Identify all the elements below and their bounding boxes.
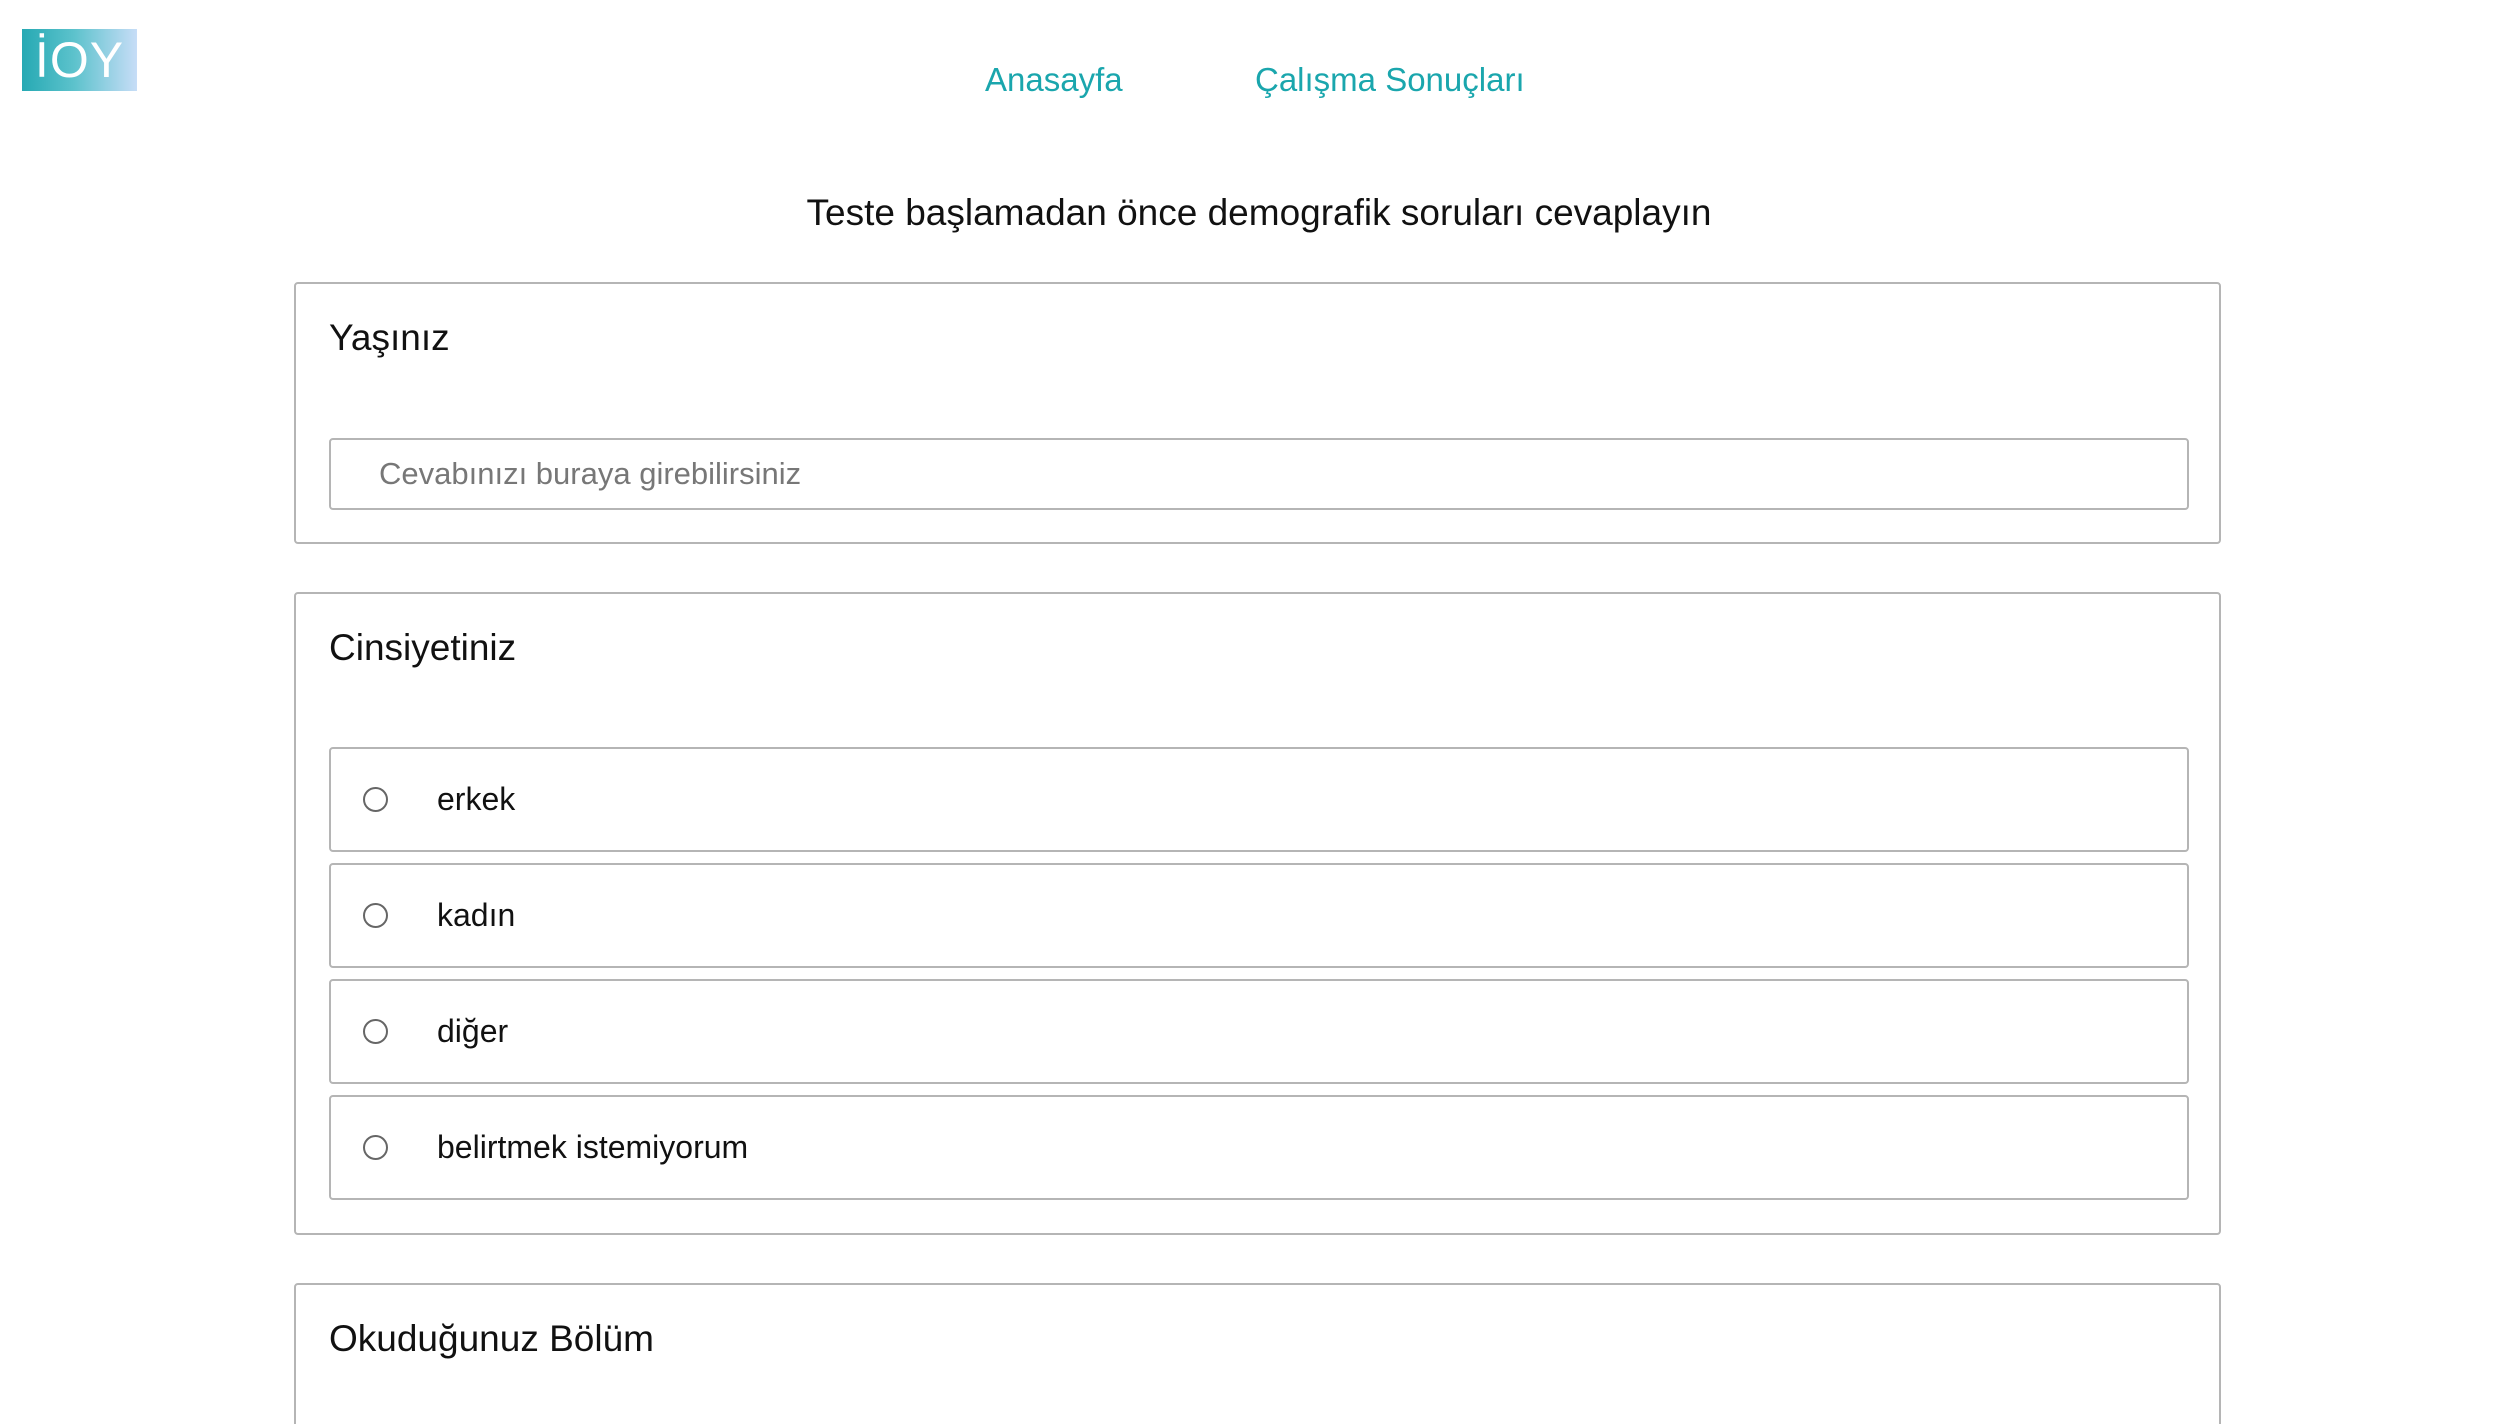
radio-button[interactable] [363, 1135, 388, 1160]
question-title-gender: Cinsiyetiniz [329, 627, 517, 668]
gender-option-diger[interactable]: diğer [329, 979, 2189, 1084]
gender-option-erkek[interactable]: erkek [329, 747, 2189, 852]
option-label: belirtmek istemiyorum [437, 1129, 749, 1165]
radio-button[interactable] [363, 787, 388, 812]
option-label: diğer [437, 1013, 509, 1049]
option-label: erkek [437, 781, 516, 817]
question-title-age: Yaşınız [329, 317, 450, 358]
question-title-department: Okuduğunuz Bölüm [329, 1318, 654, 1359]
gender-option-kadin[interactable]: kadın [329, 863, 2189, 968]
nav-link-home[interactable]: Anasayfa [985, 56, 1123, 104]
radio-button[interactable] [363, 903, 388, 928]
age-input[interactable] [329, 438, 2189, 510]
gender-option-belirtmek-istemiyorum[interactable]: belirtmek istemiyorum [329, 1095, 2189, 1200]
nav-link-results[interactable]: Çalışma Sonuçları [1255, 56, 1525, 104]
page: İOY Anasayfa Çalışma Sonuçları Teste baş… [0, 0, 2518, 1424]
top-nav: Anasayfa Çalışma Sonuçları [0, 56, 2518, 104]
page-heading: Teste başlamadan önce demografik sorular… [806, 192, 1712, 233]
question-card-age: Yaşınız [294, 282, 2221, 544]
option-label: kadın [437, 897, 516, 933]
question-card-department: Okuduğunuz Bölüm [294, 1283, 2221, 1424]
question-card-gender: Cinsiyetiniz erkek kadın diğer belirtmek… [294, 592, 2221, 1235]
radio-button[interactable] [363, 1019, 388, 1044]
